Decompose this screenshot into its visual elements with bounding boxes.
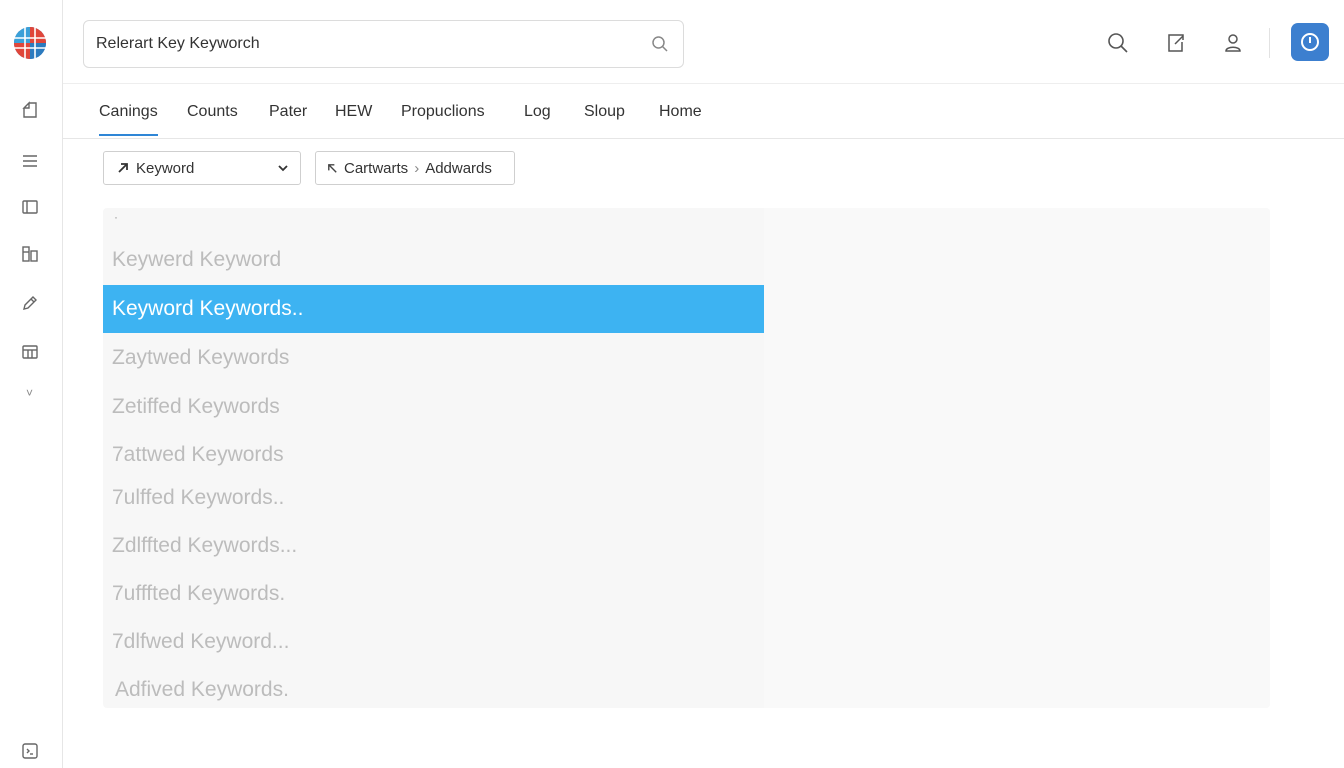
search-box bbox=[83, 20, 684, 68]
keyword-panel: · Keywerd Keyword Keyword Keywords.. Zay… bbox=[103, 208, 1270, 708]
detail-pane bbox=[764, 208, 1270, 708]
list-item[interactable]: Zaytwed Keywords bbox=[103, 334, 764, 382]
menu-icon[interactable] bbox=[19, 150, 41, 172]
left-rail: ˅ bbox=[0, 0, 63, 768]
dropdown-label: Keyword bbox=[136, 159, 195, 177]
search-icon[interactable] bbox=[649, 33, 671, 55]
list-item[interactable]: Zdlffted Keywords... bbox=[103, 522, 764, 570]
report-icon[interactable] bbox=[19, 243, 41, 265]
tab-counts[interactable]: Counts bbox=[187, 84, 238, 139]
keyword-list: · Keywerd Keyword Keyword Keywords.. Zay… bbox=[103, 208, 764, 708]
terminal-icon[interactable] bbox=[19, 740, 41, 762]
chevron-down-icon bbox=[278, 165, 288, 172]
app-logo[interactable] bbox=[13, 26, 47, 60]
keyword-dropdown[interactable]: Keyword bbox=[103, 151, 301, 185]
calendar-icon[interactable] bbox=[19, 341, 41, 363]
share-icon[interactable] bbox=[1163, 30, 1189, 56]
chevron-down-icon[interactable]: ˅ bbox=[26, 386, 33, 400]
tab-bar: Canings Counts Pater HEW Propuclions Log… bbox=[63, 84, 1344, 139]
power-icon bbox=[1301, 33, 1319, 51]
list-marker: · bbox=[114, 210, 118, 224]
app-window: ˅ Relerart Key Keyworch Canings Counts P… bbox=[0, 0, 1344, 768]
list-item[interactable]: 7dlfwed Keyword... bbox=[103, 618, 764, 666]
list-item[interactable]: 7ufffted Keywords. bbox=[103, 570, 764, 618]
list-item[interactable]: Adfived Keywords. bbox=[103, 666, 764, 708]
arrow-up-right-icon bbox=[118, 163, 128, 173]
search-input[interactable] bbox=[96, 35, 649, 53]
user-icon[interactable] bbox=[1220, 30, 1246, 56]
header-divider bbox=[1269, 28, 1270, 58]
tab-sloup[interactable]: Sloup bbox=[584, 84, 625, 139]
edit-icon[interactable] bbox=[19, 292, 41, 314]
tab-propuclions[interactable]: Propuclions bbox=[401, 84, 485, 139]
top-bar bbox=[63, 0, 1344, 84]
list-item[interactable]: 7ulffed Keywords.. bbox=[103, 474, 764, 522]
list-item[interactable]: 7attwed Keywords bbox=[103, 431, 764, 479]
tab-home[interactable]: Home bbox=[659, 84, 702, 139]
list-item-selected[interactable]: Keyword Keywords.. bbox=[103, 285, 764, 333]
breadcrumb-item-cartwarts[interactable]: Cartwarts bbox=[344, 160, 408, 177]
breadcrumb: Cartwarts › Addwards bbox=[315, 151, 515, 185]
home-icon[interactable] bbox=[19, 99, 41, 121]
breadcrumb-item-addwards[interactable]: Addwards bbox=[425, 160, 492, 177]
tab-pater[interactable]: Pater bbox=[269, 84, 307, 139]
tab-canings[interactable]: Canings bbox=[99, 84, 158, 139]
panel-icon[interactable] bbox=[19, 196, 41, 218]
list-item[interactable]: Zetiffed Keywords bbox=[103, 383, 764, 431]
arrow-up-left-icon bbox=[328, 163, 337, 173]
list-item[interactable]: Keywerd Keyword bbox=[103, 236, 764, 284]
power-button[interactable] bbox=[1291, 23, 1329, 61]
global-search-icon[interactable] bbox=[1105, 30, 1131, 56]
globe-logo-icon bbox=[14, 27, 46, 59]
tab-hew[interactable]: HEW bbox=[335, 84, 372, 139]
tab-log[interactable]: Log bbox=[524, 84, 551, 139]
chevron-right-icon: › bbox=[414, 159, 420, 177]
